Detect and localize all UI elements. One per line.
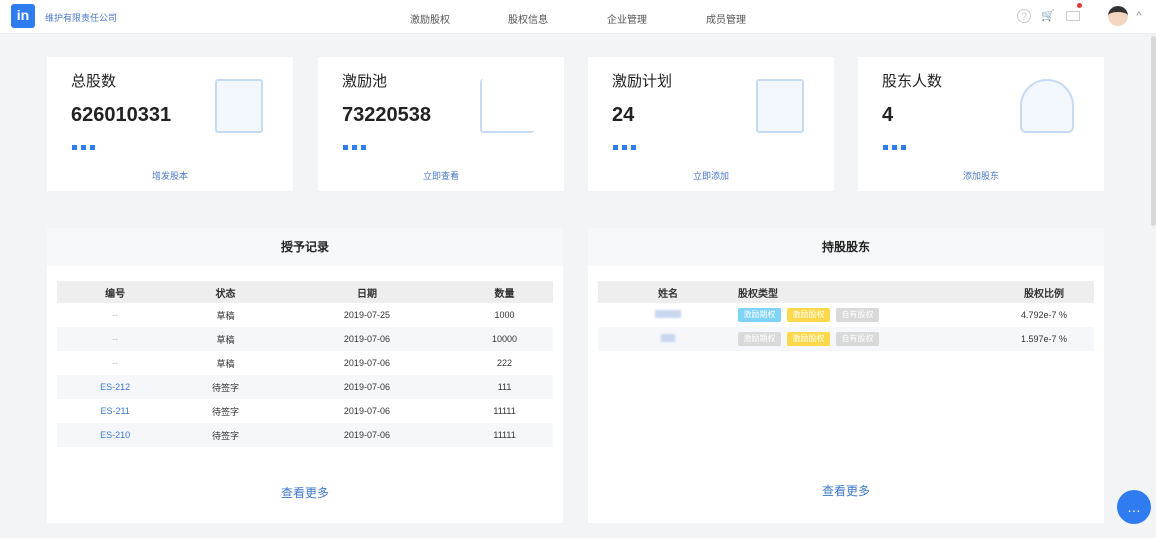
help-icon[interactable]: ? [1017,9,1031,23]
cell: 2019-07-06 [277,327,457,351]
cell: 1000 [494,310,515,320]
table-row[interactable]: -- 草稿 2019-07-06 222 [57,351,553,375]
tag-stock: 激励股权 [787,332,830,346]
col-ratio: 股权比例 [994,281,1094,303]
card-title: 股东人数 [882,73,943,90]
cell: -- [112,310,119,320]
tag-own: 自有股权 [836,332,879,346]
tag-stock: 激励股权 [787,308,830,322]
logo[interactable]: in [11,4,35,28]
cell: 2019-07-25 [343,310,390,320]
cell: 10000 [456,327,553,351]
cell: 222 [497,358,513,368]
grant-table: 编号 状态 日期 数量 -- 草稿 2019-07-25 1000 -- 草稿 2019-07-… [57,281,553,447]
table-row[interactable]: -- 草稿 2019-07-06 10000 [57,327,553,351]
chevron-up-icon[interactable]: ^ [1132,9,1146,23]
panel-title: 持股股东 [588,228,1104,266]
cell: 草稿 [216,358,235,369]
card-total-shares: 总股数 626010331 增发股本 [47,57,293,191]
tag-option: 激励期权 [738,332,781,346]
nav-members[interactable]: 成员管理 [706,11,746,26]
dots-icon [613,145,637,150]
cell: 2019-07-06 [277,375,457,399]
cell: 待签字 [212,406,240,417]
shareholders-panel: 持股股东 姓名 股权类型 股权比例 激励期权 激励股权 自有股权 4.792e-7 % 激… [588,228,1104,523]
col-name: 姓名 [598,281,738,303]
col-qty: 数量 [456,281,553,303]
grant-records-panel: 授予记录 编号 状态 日期 数量 -- 草稿 2019-07-25 1000 -- 草稿 201… [47,228,563,523]
cell: 11111 [493,406,516,416]
avatar[interactable] [1108,6,1128,26]
cell: 待签字 [173,375,278,399]
card-value: 73220538 [342,104,431,126]
blurred-name [655,310,681,318]
cell: 11111 [456,423,553,447]
dots-icon [343,145,367,150]
line-chart-icon [480,79,534,133]
message-icon[interactable] [1066,11,1080,21]
cart-icon[interactable]: 🛒 [1041,9,1055,23]
card-value: 626010331 [71,104,172,126]
grant-id-link[interactable]: ES-210 [57,423,174,447]
document-search-icon [215,79,263,133]
grant-id-link[interactable]: ES-212 [57,375,174,399]
table-row[interactable]: ES-211 待签字 2019-07-06 11111 [57,399,553,423]
nav-equity-info[interactable]: 股权信息 [508,11,548,26]
col-date: 日期 [277,281,457,303]
cell: 2019-07-06 [343,406,390,416]
cell: 草稿 [216,310,235,321]
table-row[interactable]: 激励期权 激励股权 自有股权 1.597e-7 % [598,327,1094,351]
cell: 2019-07-06 [277,423,457,447]
ratio: 4.792e-7 % [1020,310,1068,320]
document-edit-icon [756,79,804,133]
blurred-name [661,334,675,342]
view-more-holders-link[interactable]: 查看更多 [588,482,1104,499]
table-row[interactable]: -- 草稿 2019-07-25 1000 [57,303,553,327]
card-value: 4 [882,104,894,126]
dots-icon [883,145,907,150]
card-title: 激励池 [342,73,388,90]
card-title: 总股数 [71,73,117,90]
card-value: 24 [612,104,635,126]
table-row[interactable]: ES-210 待签字 2019-07-06 11111 [57,423,553,447]
add-shareholder-link[interactable]: 添加股东 [858,169,1104,182]
top-bar: in 维护有限责任公司 激励股权 股权信息 企业管理 成员管理 ? 🛒 ^ [0,0,1156,34]
card-incentive-plan: 激励计划 24 立即添加 [588,57,834,191]
view-now-link[interactable]: 立即查看 [318,169,564,182]
cell: 草稿 [173,327,278,351]
cell: 111 [456,375,553,399]
cell: 待签字 [173,423,278,447]
card-shareholders: 股东人数 4 添加股东 [858,57,1104,191]
col-type: 股权类型 [738,281,994,303]
tag-own: 自有股权 [836,308,879,322]
ratio: 1.597e-7 % [994,327,1094,351]
cell: -- [112,358,119,368]
cell: -- [57,327,174,351]
card-title: 激励计划 [612,73,673,90]
nav-incentive[interactable]: 激励股权 [410,11,450,26]
users-icon [1020,79,1074,133]
dots-icon [72,145,96,150]
col-id: 编号 [57,281,174,303]
view-more-grants-link[interactable]: 查看更多 [47,484,563,501]
tag-option: 激励期权 [738,308,781,322]
panel-title: 授予记录 [47,228,563,266]
table-row[interactable]: ES-212 待签字 2019-07-06 111 [57,375,553,399]
add-now-link[interactable]: 立即添加 [588,169,834,182]
scrollbar[interactable] [1151,36,1156,226]
issue-shares-link[interactable]: 增发股本 [47,169,293,182]
chat-icon[interactable]: … [1117,490,1151,524]
card-incentive-pool: 激励池 73220538 立即查看 [318,57,564,191]
grant-id-link[interactable]: ES-211 [57,399,173,423]
table-row[interactable]: 激励期权 激励股权 自有股权 4.792e-7 % [598,303,1094,327]
notification-dot [1077,3,1082,8]
col-status: 状态 [173,281,278,303]
cell: 2019-07-06 [343,358,390,368]
company-name[interactable]: 维护有限责任公司 [45,11,117,24]
shareholder-table: 姓名 股权类型 股权比例 激励期权 激励股权 自有股权 4.792e-7 % 激励期权 激励… [598,281,1094,351]
nav-company[interactable]: 企业管理 [607,11,647,26]
